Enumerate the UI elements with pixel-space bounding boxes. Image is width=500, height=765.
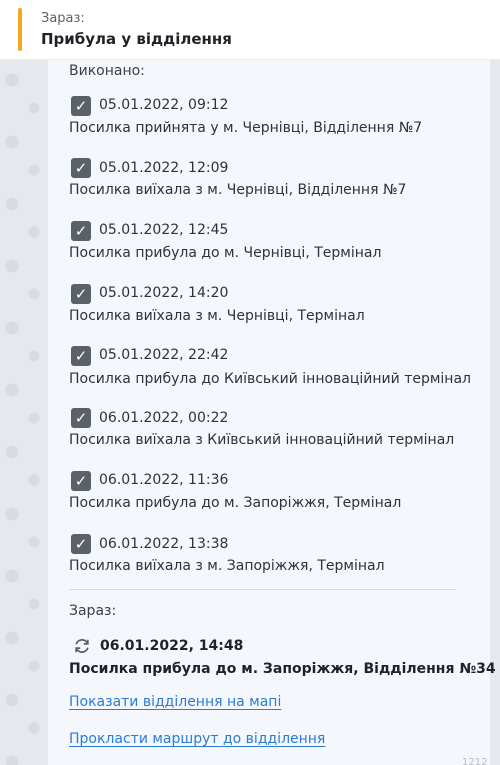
event-time: 05.01.2022, 22:42 <box>99 347 229 363</box>
show-on-map-link[interactable]: Показати відділення на мапі <box>69 694 281 710</box>
event-description: Посилка виїхала з м. Чернівці, Відділенн… <box>69 182 407 198</box>
event-time: 05.01.2022, 09:12 <box>99 97 229 113</box>
event-description: Посилка прийнята у м. Чернівці, Відділен… <box>69 120 423 136</box>
corner-number: 1212 <box>462 757 488 765</box>
status-header: Зараз: Прибула у відділення <box>0 0 500 60</box>
checkbox-checked-icon: ✓ <box>71 96 91 116</box>
checkbox-checked-icon: ✓ <box>71 221 91 241</box>
current-section-label: Зараз: <box>69 603 117 619</box>
refresh-icon <box>75 638 89 654</box>
event-time: 06.01.2022, 00:22 <box>99 410 229 426</box>
event-description: Посилка прибула до м. Запоріжжя, Терміна… <box>69 495 402 511</box>
checkbox-checked-icon: ✓ <box>71 534 91 554</box>
checkbox-checked-icon: ✓ <box>71 284 91 304</box>
checkbox-checked-icon: ✓ <box>71 471 91 491</box>
background-pattern-right <box>490 60 500 765</box>
status-title: Прибула у відділення <box>41 30 232 48</box>
build-route-link[interactable]: Прокласти маршрут до відділення <box>69 731 325 747</box>
event-description: Посилка виїхала з Київський інноваційний… <box>69 432 455 448</box>
section-divider <box>69 589 456 590</box>
event-time: 06.01.2022, 11:36 <box>99 472 229 488</box>
event-time: 05.01.2022, 12:09 <box>99 160 229 176</box>
event-description: Посилка прибула до Київський інноваційни… <box>69 371 471 387</box>
event-description: Посилка виїхала з м. Запоріжжя, Термінал <box>69 558 385 574</box>
checkbox-checked-icon: ✓ <box>71 408 91 428</box>
status-label: Зараз: <box>41 11 85 26</box>
status-accent-bar <box>18 8 22 51</box>
checkbox-checked-icon: ✓ <box>71 346 91 366</box>
event-description: Посилка прибула до м. Чернівці, Термінал <box>69 245 382 261</box>
checkbox-checked-icon: ✓ <box>71 158 91 178</box>
event-description: Посилка виїхала з м. Чернівці, Термінал <box>69 308 365 324</box>
event-time: 05.01.2022, 14:20 <box>99 285 229 301</box>
event-time: 05.01.2022, 12:45 <box>99 222 229 238</box>
current-event-description: Посилка прибула до м. Запоріжжя, Відділе… <box>69 661 496 677</box>
current-event-time: 06.01.2022, 14:48 <box>100 638 244 654</box>
event-time: 06.01.2022, 13:38 <box>99 536 229 552</box>
done-section-label: Виконано: <box>69 63 145 79</box>
background-pattern-left <box>0 60 48 765</box>
